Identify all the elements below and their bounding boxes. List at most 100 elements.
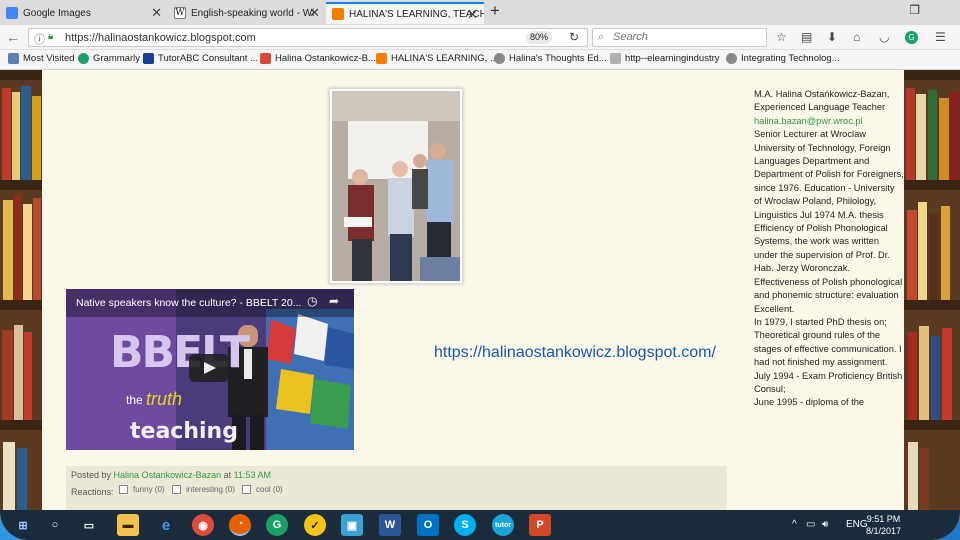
profile-exam: July 1994 - Exam Proficiency British Con… bbox=[754, 370, 903, 394]
youtube-video-embed[interactable]: Native speakers know the culture? - BBEL… bbox=[66, 289, 354, 450]
firefox-icon[interactable]: ◔ bbox=[229, 514, 251, 536]
reload-icon[interactable]: ↻ bbox=[569, 30, 579, 44]
photo-of-students bbox=[332, 91, 460, 281]
url-text[interactable]: https://halinaostankowicz.blogspot.com bbox=[65, 32, 256, 44]
tab-label: HALINA'S LEARNING, TEACH bbox=[349, 8, 484, 20]
reaction-funny[interactable]: funny (0) bbox=[119, 485, 165, 494]
bookmark-halinas-learning[interactable]: HALINA'S LEARNING, ... bbox=[376, 53, 498, 64]
url-bar[interactable]: ⓘ 🔒︎ https://halinaostankowicz.blogspot.… bbox=[28, 28, 588, 47]
search-icon: ⌕ bbox=[598, 31, 605, 43]
tab-bar: Google Images ✕ W English-speaking world… bbox=[0, 0, 960, 25]
bookmark-halinas-thoughts[interactable]: Halina's Thoughts Ed... bbox=[494, 53, 607, 64]
profile-intro: M.A. Halina Ostańkowicz-Bazan, Experienc… bbox=[754, 89, 890, 113]
profile-email[interactable]: halina.bazan@pwr.wroc.pl bbox=[754, 115, 904, 128]
tab-english-speaking-world[interactable]: W English-speaking world - Wi ✕ bbox=[168, 2, 326, 24]
bookmark-grammarly[interactable]: Grammarly bbox=[78, 53, 140, 64]
watch-later-icon[interactable]: ◷ bbox=[307, 294, 317, 308]
remote-desktop-icon[interactable]: ▣ bbox=[341, 514, 363, 536]
post-time-link[interactable]: 11:53 AM bbox=[234, 470, 271, 480]
bookmark-tutorabc[interactable]: TutorABC Consultant ... bbox=[143, 53, 258, 64]
share-icon[interactable]: ➦ bbox=[329, 294, 339, 308]
back-arrow-icon[interactable]: ← bbox=[6, 29, 20, 45]
windows-taskbar: ⊞ ○ ▭ ▬ e ◉ ◔ G ✓ ▣ W O S tutor P ^ ▭ 🔊︎… bbox=[0, 510, 960, 540]
reaction-cool[interactable]: cool (0) bbox=[242, 485, 283, 494]
bookmark-integrating-technology[interactable]: Integrating Technolog... bbox=[726, 53, 840, 64]
puzzle-icon bbox=[610, 53, 621, 64]
grammarly-app-icon[interactable]: G bbox=[266, 514, 288, 536]
search-box[interactable]: ⌕ bbox=[592, 28, 767, 47]
language-indicator[interactable]: ENG bbox=[846, 519, 868, 530]
skype-icon[interactable]: S bbox=[454, 514, 476, 536]
pocket-icon[interactable]: ◡ bbox=[879, 30, 889, 44]
close-tab-icon[interactable]: ✕ bbox=[467, 7, 478, 23]
video-title[interactable]: Native speakers know the culture? - BBEL… bbox=[76, 297, 301, 309]
video-overlay-text-the: the bbox=[126, 393, 143, 407]
tray-expand-icon[interactable]: ^ bbox=[792, 519, 797, 530]
close-tab-icon[interactable]: ✕ bbox=[151, 5, 162, 21]
profile-sidebar: M.A. Halina Ostańkowicz-Bazan, Experienc… bbox=[754, 88, 904, 410]
window-restore-icon[interactable]: ❐ bbox=[909, 3, 920, 17]
bookmark-most-visited[interactable]: Most Visited bbox=[8, 53, 75, 64]
search-icon[interactable]: ○ bbox=[44, 514, 66, 536]
close-tab-icon[interactable]: ✕ bbox=[309, 5, 320, 21]
download-icon[interactable]: ⬇ bbox=[827, 30, 837, 44]
blogger-favicon-icon bbox=[332, 8, 344, 20]
bookmark-star-icon[interactable]: ☆ bbox=[776, 30, 787, 44]
bookshelf-left-decoration bbox=[0, 70, 42, 510]
screen: Google Images ✕ W English-speaking world… bbox=[0, 0, 960, 540]
bookmark-elearningindustry[interactable]: http--elearningindustry bbox=[610, 53, 720, 64]
video-overlay-text-teaching: teaching bbox=[130, 419, 238, 444]
norton-icon[interactable]: ✓ bbox=[304, 514, 326, 536]
web-page: Native speakers know the culture? - BBEL… bbox=[0, 70, 960, 510]
folder-icon bbox=[8, 53, 19, 64]
windows-start-icon[interactable]: ⊞ bbox=[12, 514, 34, 536]
profile-phd: In 1979, I started PhD thesis on; Theore… bbox=[754, 316, 902, 368]
globe-icon bbox=[494, 53, 505, 64]
edge-icon[interactable]: e bbox=[155, 514, 177, 536]
post-footer: Posted by Halina Ostankowicz-Bazan at 11… bbox=[66, 466, 727, 510]
bookmark-google-plus[interactable]: Halina Ostankowicz-B... bbox=[260, 53, 376, 64]
grammarly-extension-icon[interactable]: G bbox=[905, 31, 918, 44]
reaction-interesting[interactable]: interesting (0) bbox=[172, 485, 235, 494]
reading-list-icon[interactable]: ▤ bbox=[801, 30, 812, 44]
reaction-checkbox[interactable] bbox=[172, 485, 181, 494]
tutor-app-icon[interactable]: tutor bbox=[492, 514, 514, 536]
video-overlay-text-truth: truth bbox=[146, 389, 183, 409]
reaction-checkbox[interactable] bbox=[242, 485, 251, 494]
blogger-icon bbox=[376, 53, 387, 64]
outlook-icon[interactable]: O bbox=[417, 514, 439, 536]
system-clock[interactable]: 9:51 PM 8/1/2017 bbox=[866, 513, 901, 537]
globe-icon bbox=[726, 53, 737, 64]
file-explorer-icon[interactable]: ▬ bbox=[117, 514, 139, 536]
zoom-level-badge[interactable]: 80% bbox=[526, 31, 553, 44]
menu-icon[interactable]: ☰ bbox=[935, 30, 946, 44]
chrome-icon[interactable]: ◉ bbox=[192, 514, 214, 536]
posted-by-line: Posted by Halina Ostankowicz-Bazan at 11… bbox=[71, 470, 272, 480]
google-plus-icon bbox=[260, 53, 271, 64]
bookshelf-right-decoration bbox=[904, 70, 960, 510]
reactions-label: Reactions: bbox=[71, 487, 114, 497]
new-tab-button[interactable]: + bbox=[490, 1, 500, 21]
reaction-checkbox[interactable] bbox=[119, 485, 128, 494]
search-input[interactable] bbox=[613, 31, 758, 43]
author-link[interactable]: Halina Ostankowicz-Bazan bbox=[114, 470, 222, 480]
blog-url-link[interactable]: https://halinaostankowicz.blogspot.com/ bbox=[434, 342, 734, 363]
tutorabc-icon bbox=[143, 53, 154, 64]
word-icon[interactable]: W bbox=[379, 514, 401, 536]
wikipedia-favicon-icon: W bbox=[174, 7, 186, 19]
powerpoint-icon[interactable]: P bbox=[529, 514, 551, 536]
tab-google-images[interactable]: Google Images ✕ bbox=[0, 2, 168, 24]
profile-cut-line: June 1995 - diploma of the bbox=[754, 397, 865, 408]
task-view-icon[interactable]: ▭ bbox=[78, 514, 100, 536]
tab-label: Google Images bbox=[23, 7, 91, 19]
tab-label: English-speaking world - Wi bbox=[191, 7, 315, 19]
tab-halinas-learning[interactable]: HALINA'S LEARNING, TEACH ✕ bbox=[326, 2, 484, 24]
home-icon[interactable]: ⌂ bbox=[853, 30, 860, 44]
play-button[interactable] bbox=[189, 354, 229, 382]
google-favicon-icon bbox=[6, 7, 18, 19]
post-photo[interactable] bbox=[329, 88, 463, 284]
volume-icon[interactable]: 🔊︎ bbox=[822, 519, 828, 530]
info-icon[interactable]: ⓘ bbox=[34, 31, 45, 47]
notifications-tray-icon[interactable]: ▭ bbox=[806, 519, 815, 530]
profile-bio: Senior Lecturer at Wroclaw University of… bbox=[754, 129, 904, 314]
